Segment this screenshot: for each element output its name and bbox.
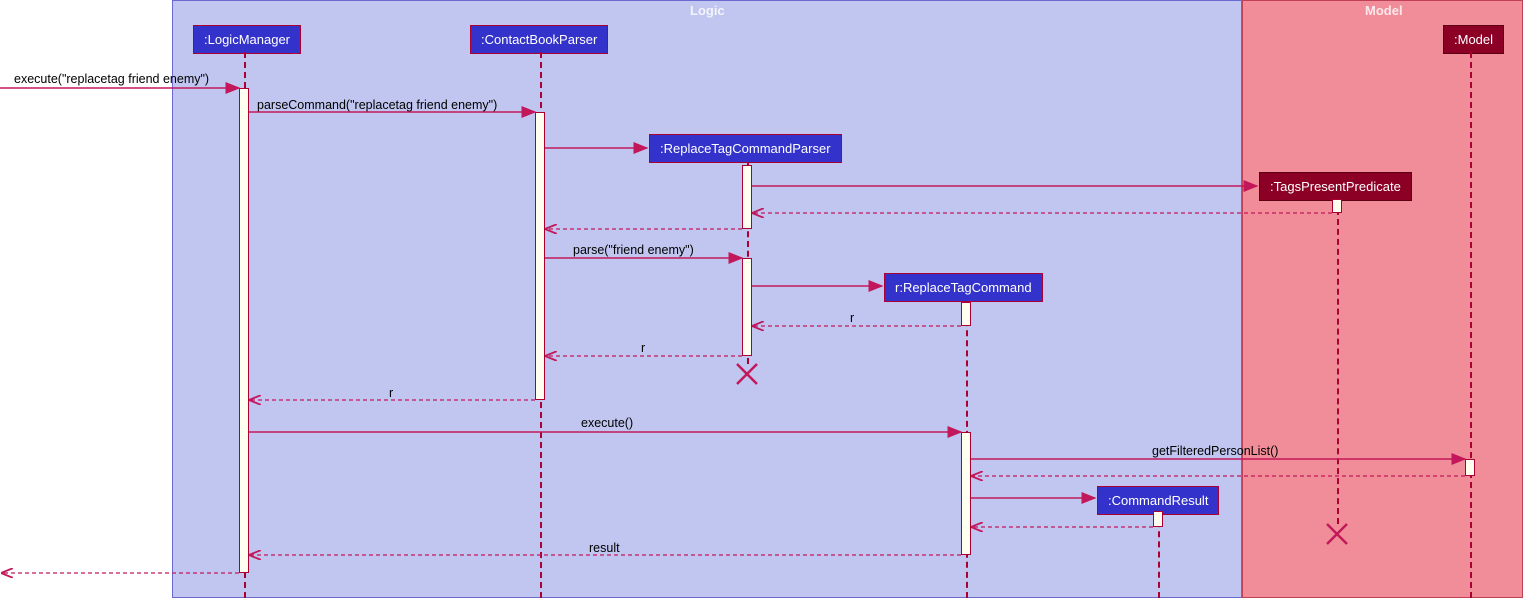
replacetagcommandparser-head: :ReplaceTagCommandParser	[649, 134, 842, 163]
msg-getfiltered: getFilteredPersonList()	[1152, 444, 1278, 458]
tagspresentpredicate-lifeline	[1337, 199, 1339, 524]
msg-parsecommand: parseCommand("replacetag friend enemy")	[257, 98, 497, 112]
logic-frame-label: Logic	[690, 3, 725, 18]
commandresult-act	[1153, 511, 1163, 527]
replacetagcommand-act2	[961, 432, 971, 555]
msg-return-r1: r	[850, 311, 854, 325]
replacetagcommand-head: r:ReplaceTagCommand	[884, 273, 1043, 302]
msg-return-r2: r	[641, 341, 645, 355]
msg-return-r3: r	[389, 386, 393, 400]
model-frame-label: Model	[1365, 3, 1403, 18]
msg-execute-in: execute("replacetag friend enemy")	[14, 72, 209, 86]
model-act	[1465, 459, 1475, 476]
msg-execute-call: execute()	[581, 416, 633, 430]
contactbookparser-head: :ContactBookParser	[470, 25, 608, 54]
replacetagcommandparser-act2	[742, 258, 752, 356]
replacetagcommandparser-act1	[742, 165, 752, 229]
model-frame	[1242, 0, 1523, 598]
model-head: :Model	[1443, 25, 1504, 54]
msg-parse: parse("friend enemy")	[573, 243, 694, 257]
logicmanager-head: :LogicManager	[193, 25, 301, 54]
model-lifeline	[1470, 52, 1472, 598]
contactbookparser-activation	[535, 112, 545, 400]
logic-frame	[172, 0, 1242, 598]
logicmanager-activation	[239, 88, 249, 573]
msg-result: result	[589, 541, 620, 555]
tagspresentpredicate-head: :TagsPresentPredicate	[1259, 172, 1412, 201]
replacetagcommand-act1	[961, 302, 971, 326]
tagspresentpredicate-act	[1332, 199, 1342, 213]
